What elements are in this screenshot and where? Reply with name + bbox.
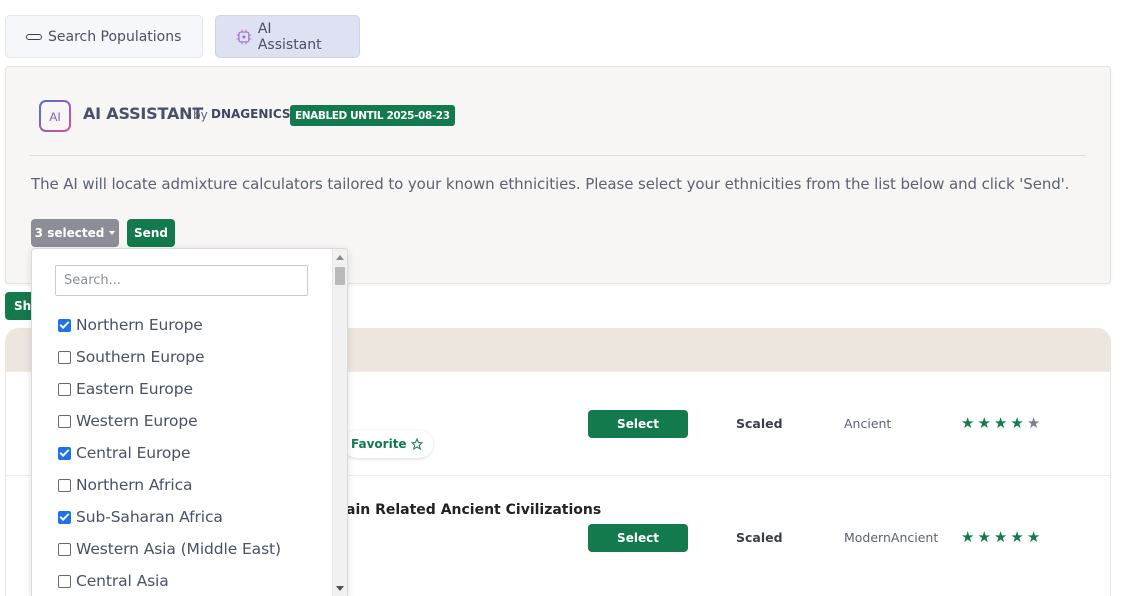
ai-description: The AI will locate admixture calculators… [31, 175, 1070, 193]
option-label: Northern Europe [76, 316, 203, 334]
scroll-down-arrow-icon[interactable] [336, 586, 344, 591]
pill-icon [26, 33, 42, 40]
option-label: Sub-Saharan Africa [76, 508, 223, 526]
select-button[interactable]: Select [588, 524, 688, 552]
rating-stars: ★ ★ ★ ★ ★ [961, 530, 1040, 545]
option-label: Southern Europe [76, 348, 205, 366]
dropdown-scrollbar[interactable] [332, 249, 347, 596]
star-icon: ★ [1010, 414, 1024, 432]
ethnicity-dropdown-menu: Northern Europe Southern Europe Eastern … [31, 248, 348, 596]
row-title: ain Related Ancient Civilizations [346, 502, 602, 518]
star-icon: ★ [1026, 528, 1041, 546]
tab-search-populations[interactable]: Search Populations [5, 15, 203, 58]
selected-count-label: 3 selected [34, 226, 105, 240]
scrollbar-thumb[interactable] [335, 267, 345, 285]
ai-chip-logo-icon: AI [31, 92, 79, 140]
favorite-button[interactable]: Favorite [343, 430, 433, 458]
checkbox[interactable] [58, 510, 71, 524]
star-icon: ★ [1010, 528, 1024, 546]
option-label: Northern Africa [76, 476, 193, 494]
checkbox[interactable] [58, 350, 71, 364]
option-label: Eastern Europe [76, 380, 193, 398]
scale-label: Scaled [736, 530, 783, 545]
scroll-up-arrow-icon[interactable] [336, 255, 344, 260]
option-label: Central Europe [76, 444, 191, 462]
checkbox[interactable] [58, 414, 71, 428]
ethnicity-option[interactable]: Central Europe [58, 437, 281, 469]
star-icon: ★ [993, 414, 1008, 432]
option-label: Western Europe [76, 412, 198, 430]
ethnicity-select-dropdown-button[interactable]: 3 selected [31, 219, 119, 247]
ai-assistant-title: AI ASSISTANT [83, 104, 204, 123]
enabled-until-badge: ENABLED UNTIL 2025-08-23 [290, 105, 455, 126]
option-label: Central Asia [76, 572, 169, 590]
checkbox[interactable] [58, 446, 71, 460]
era-label: ModernAncient [844, 530, 939, 545]
star-outline-icon [410, 438, 423, 450]
ethnicity-search-input[interactable] [55, 265, 308, 296]
ethnicity-list: Northern Europe Southern Europe Eastern … [58, 309, 281, 596]
star-icon: ★ [961, 528, 975, 546]
checkbox[interactable] [58, 542, 71, 556]
star-icon: ★ [961, 414, 975, 432]
brand-name: DNAGENICS [211, 107, 291, 121]
tab-label: Search Populations [48, 28, 182, 45]
star-icon: ★ [1026, 414, 1041, 432]
scale-label: Scaled [736, 416, 783, 431]
option-label: Western Asia (Middle East) [76, 540, 281, 558]
ethnicity-option[interactable]: Central Asia [58, 565, 281, 596]
rating-stars: ★ ★ ★ ★ ★ [961, 416, 1040, 431]
ai-chip-icon [236, 29, 252, 44]
ai-by-text: by [193, 108, 208, 122]
ethnicity-option[interactable]: Western Asia (Middle East) [58, 533, 281, 565]
ethnicity-option[interactable]: Western Europe [58, 405, 281, 437]
divider [30, 155, 1086, 156]
favorite-label: Favorite [351, 437, 407, 451]
star-icon: ★ [977, 414, 991, 432]
caret-down-icon [109, 231, 116, 235]
checkbox[interactable] [58, 574, 71, 588]
ethnicity-option[interactable]: Northern Europe [58, 309, 281, 341]
checkbox[interactable] [58, 318, 71, 332]
ethnicity-option[interactable]: Northern Africa [58, 469, 281, 501]
ethnicity-option[interactable]: Sub-Saharan Africa [58, 501, 281, 533]
send-button[interactable]: Send [127, 219, 175, 247]
tab-ai-assistant[interactable]: AI Assistant [215, 15, 360, 58]
svg-text:AI: AI [49, 110, 60, 124]
era-label: Ancient [844, 416, 892, 431]
tab-label: AI Assistant [257, 20, 322, 53]
star-icon: ★ [993, 528, 1008, 546]
ethnicity-option[interactable]: Southern Europe [58, 341, 281, 373]
select-button[interactable]: Select [588, 410, 688, 438]
ethnicity-option[interactable]: Eastern Europe [58, 373, 281, 405]
star-icon: ★ [977, 528, 991, 546]
checkbox[interactable] [58, 382, 71, 396]
checkbox[interactable] [58, 478, 71, 492]
